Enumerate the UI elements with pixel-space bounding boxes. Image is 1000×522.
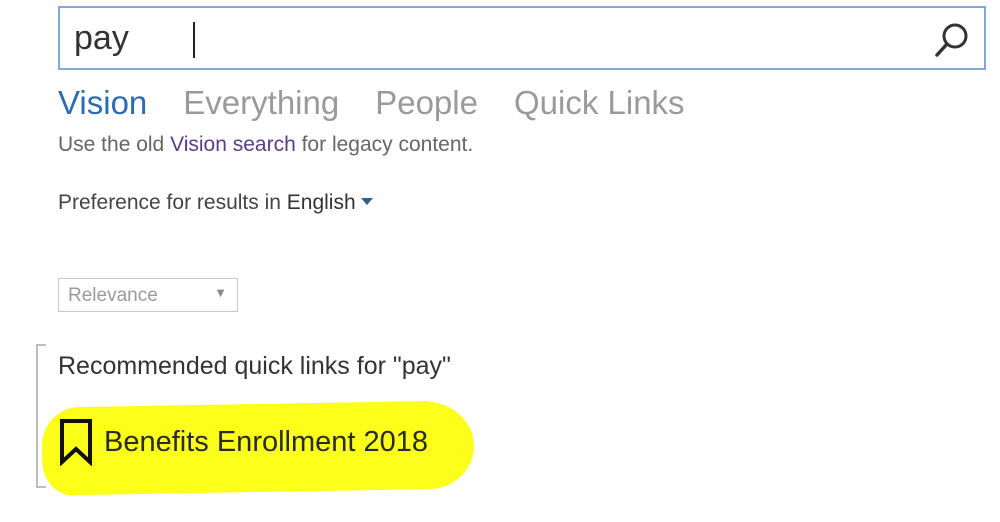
search-box[interactable]: [58, 6, 986, 70]
vision-search-link[interactable]: Vision search: [170, 133, 296, 156]
tab-people[interactable]: People: [375, 80, 478, 126]
preference-label: Preference for results in: [58, 191, 287, 214]
tab-quick-links[interactable]: Quick Links: [514, 80, 685, 126]
sort-selected-value: Relevance: [68, 285, 158, 306]
tab-everything[interactable]: Everything: [183, 80, 339, 126]
text-caret: [193, 22, 195, 58]
language-value: English: [286, 191, 356, 214]
quick-link-item[interactable]: Benefits Enrollment 2018: [58, 418, 428, 466]
legacy-suffix: for legacy content.: [295, 133, 474, 156]
language-dropdown[interactable]: English: [287, 191, 373, 214]
recommended-heading: Recommended quick links for "pay": [58, 352, 451, 380]
quick-link-label: Benefits Enrollment 2018: [104, 425, 429, 458]
tab-vision[interactable]: Vision: [58, 80, 147, 126]
search-icon[interactable]: [932, 20, 972, 60]
legacy-search-note: Use the old Vision search for legacy con…: [58, 133, 473, 157]
bookmark-icon: [60, 419, 92, 466]
legacy-prefix: Use the old: [58, 133, 171, 156]
caret-down-icon: [360, 197, 373, 205]
language-preference: Preference for results in English: [58, 191, 373, 215]
sort-select[interactable]: Relevance ▼: [58, 278, 238, 312]
search-input[interactable]: [74, 16, 914, 60]
dropdown-arrow-icon: ▼: [214, 285, 227, 300]
search-vertical-tabs: Vision Everything People Quick Links: [58, 80, 685, 126]
